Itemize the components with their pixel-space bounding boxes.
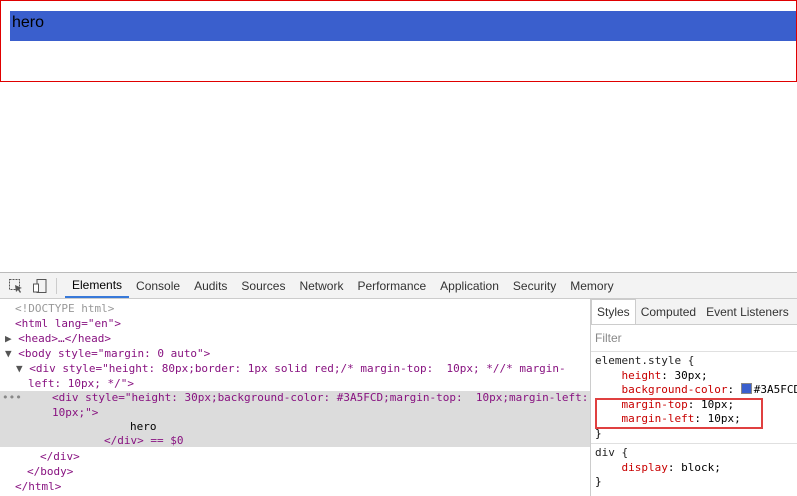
tab-audits[interactable]: Audits xyxy=(187,273,234,298)
prop-bgcolor-name[interactable]: background-color xyxy=(622,383,728,396)
inner-div-close[interactable]: </div> == $0 xyxy=(104,433,590,448)
tab-security[interactable]: Security xyxy=(506,273,563,298)
device-toolbar-icon[interactable] xyxy=(28,274,52,298)
tab-performance[interactable]: Performance xyxy=(350,273,433,298)
tab-computed[interactable]: Computed xyxy=(636,299,701,324)
body-node[interactable]: <body style="margin: 0 auto"> xyxy=(18,347,210,360)
collapse-triangle-icon[interactable]: ▼ xyxy=(16,362,29,375)
div-close-node[interactable]: </div> xyxy=(40,449,590,464)
page-viewport: hero xyxy=(0,0,797,272)
outer-div-node-cont[interactable]: left: 10px; */"> xyxy=(28,376,590,391)
div-rule: div { display: block; } xyxy=(595,446,721,488)
styles-tabbar: Styles Computed Event Listeners xyxy=(591,299,797,325)
html-node[interactable]: <html lang="en"> xyxy=(15,316,590,331)
tab-application[interactable]: Application xyxy=(433,273,506,298)
collapse-triangle-icon[interactable]: ▼ xyxy=(5,347,18,360)
prop-display-value[interactable]: block; xyxy=(681,461,721,474)
outer-div-node[interactable]: <div style="height: 80px;border: 1px sol… xyxy=(29,362,565,375)
hero-div: hero xyxy=(10,11,796,41)
outer-div-row: ▼ <div style="height: 80px;border: 1px s… xyxy=(16,361,590,376)
inspect-element-icon[interactable] xyxy=(4,274,28,298)
body-close-node[interactable]: </body> xyxy=(27,464,590,479)
doctype-node[interactable]: <!DOCTYPE html> xyxy=(15,301,590,316)
tab-sources[interactable]: Sources xyxy=(234,273,292,298)
prop-bgcolor-value[interactable]: #3A5FCD; xyxy=(754,383,797,396)
tab-memory[interactable]: Memory xyxy=(563,273,620,298)
head-node[interactable]: <head>…</head> xyxy=(18,332,111,345)
prop-display-name[interactable]: display xyxy=(622,461,668,474)
styles-filter-input[interactable]: Filter xyxy=(591,325,797,352)
color-swatch-icon[interactable] xyxy=(740,383,752,394)
tab-console[interactable]: Console xyxy=(129,273,187,298)
html-close-node[interactable]: </html> xyxy=(15,479,590,494)
tab-elements[interactable]: Elements xyxy=(65,273,130,298)
tabbar-separator xyxy=(56,277,57,294)
prop-height-name[interactable]: height xyxy=(622,369,662,382)
div-rule-close: } xyxy=(595,475,602,488)
tab-styles[interactable]: Styles xyxy=(591,299,636,324)
prop-height-value[interactable]: 30px; xyxy=(675,369,708,382)
elements-tree: <!DOCTYPE html> <html lang="en"> ▶ <head… xyxy=(0,299,591,496)
div-selector: div { xyxy=(595,446,629,459)
head-row: ▶ <head>…</head> xyxy=(5,331,590,346)
inner-div-node-cont[interactable]: 10px;"> xyxy=(52,405,590,420)
tab-network[interactable]: Network xyxy=(292,273,350,298)
tab-event-listeners[interactable]: Event Listeners xyxy=(701,299,794,324)
hero-text-node[interactable]: hero xyxy=(130,419,590,434)
expand-triangle-icon[interactable]: ▶ xyxy=(5,332,18,345)
body-row: ▼ <body style="margin: 0 auto"> xyxy=(5,346,590,361)
hero-text: hero xyxy=(12,14,45,31)
element-style-selector: element.style { xyxy=(595,354,695,367)
inner-div-node[interactable]: <div style="height: 30px;background-colo… xyxy=(52,390,590,405)
devtools-panel: Elements Console Audits Sources Network … xyxy=(0,272,797,496)
annotation-highlight-box xyxy=(595,398,763,429)
devtools-tabbar: Elements Console Audits Sources Network … xyxy=(0,273,797,299)
